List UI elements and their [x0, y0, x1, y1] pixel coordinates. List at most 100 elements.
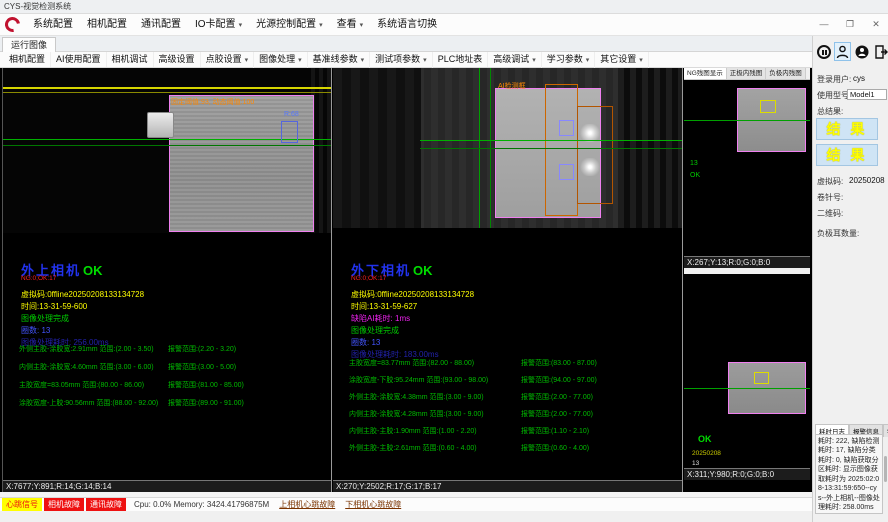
tool-baseline-params[interactable]: 基准线参数 [308, 52, 371, 68]
cursor-pixel-status: X:7677;Y:891;R:14;G:14;B:14 [3, 480, 331, 492]
admin-user-button[interactable] [853, 42, 870, 61]
overlay-count-text: 13 [692, 460, 699, 467]
winding-pin-label: 卷针号: [817, 192, 843, 203]
roi-box-yellow [754, 372, 769, 384]
tab-run-image[interactable]: 运行图像 [2, 37, 56, 52]
heartbeat-signal-badge: 心跳信号 [2, 498, 42, 511]
exit-button[interactable] [872, 42, 888, 61]
app-logo-icon [2, 14, 23, 35]
total-result-label: 总结果: [817, 106, 843, 117]
log-scrollbar[interactable] [884, 456, 887, 482]
tool-camera-config[interactable]: 相机配置 [4, 52, 51, 67]
measurement-row: 涂胶宽度-下胶:95.24mm 范围:(93.00 - 98.00)报警范围:(… [349, 375, 678, 392]
tool-test-item-params[interactable]: 测试项参数 [370, 52, 433, 68]
result-ok-label: OK [83, 263, 103, 278]
measurement-row: 主胶宽度=83.77mm 范围:(82.00 - 88.00)报警范围:(83.… [349, 358, 678, 375]
cursor-pixel-status: X:311;Y:980;R:0;G:0;B:0 [684, 468, 810, 480]
window-title: CYS-视觉检测系统 [0, 0, 888, 14]
alarm-range: 报警范围:(2.00 - 77.00) [521, 392, 593, 402]
tab-ng-image-display[interactable]: NG残图显示 [684, 68, 727, 79]
bottom-filler [0, 511, 812, 522]
log-text-area[interactable]: 耗时: 222, 缺陷检测耗时: 17, 缺陷分类耗时: 0, 缺陷获取分区耗时… [815, 434, 883, 514]
camera-panel-lower: AI检测框 外下相机OK NG:0;OK:17 虚拟码:0ffline20250… [333, 68, 683, 492]
measure-line-green [684, 388, 810, 389]
measurement-value: 外侧主胶-涂胶宽:4.38mm 范围:(3.00 - 9.00) [349, 394, 484, 401]
reference-line-yellow-2 [3, 92, 331, 93]
tab-negative-inner-image[interactable]: 负极内残图 [766, 68, 806, 79]
ng-preview-image-top[interactable]: 13 OK [684, 80, 810, 256]
tool-advanced-settings[interactable]: 高级设置 [154, 52, 201, 67]
measurement-list: 主胶宽度=83.77mm 范围:(82.00 - 88.00)报警范围:(83.… [349, 358, 678, 460]
tool-plc-address-table[interactable]: PLC地址表 [433, 52, 489, 67]
tool-ai-use-config[interactable]: AI使用配置 [51, 52, 107, 67]
maximize-button[interactable]: ❐ [842, 16, 858, 32]
process-done-line: 图像处理完成 [351, 325, 399, 336]
menu-language-switch[interactable]: 系统语言切换 [370, 14, 444, 35]
measurement-row: 外侧主胶-涂胶宽:4.38mm 范围:(3.00 - 9.00) 报警范围:(2.… [349, 392, 678, 409]
tool-image-processing[interactable]: 图像处理 [254, 52, 308, 68]
tool-advanced-debug[interactable]: 高级调试 [488, 52, 542, 68]
virtual-code-line: 虚拟码:0ffline20250208133134728 [21, 289, 144, 300]
menu-light-control-config[interactable]: 光源控制配置 [249, 14, 330, 36]
menu-io-card-config[interactable]: IO卡配置 [188, 14, 249, 36]
ng-ok-counter: NG:0;OK:17 [21, 275, 56, 282]
menu-bar: 系统配置 相机配置 通讯配置 IO卡配置 光源控制配置 查看 系统语言切换 [0, 14, 888, 36]
tool-other-settings[interactable]: 其它设置 [595, 52, 649, 68]
blue-roi-box [281, 121, 298, 143]
status-bar: 心跳信号 相机故障 通讯故障 Cpu: 0.0% Memory: 3424.41… [0, 497, 812, 511]
close-button[interactable]: ✕ [868, 16, 884, 32]
lower-camera-heartbeat-status: 下相机心跳故障 [345, 499, 401, 510]
measurement-row: 内侧主胶-涂胶宽:4.28mm 范围:(3.00 - 9.00) 报警范围:(2.… [349, 409, 678, 426]
camera-fault-badge: 相机故障 [44, 498, 84, 511]
background-stripes [333, 68, 421, 228]
camera-panel-upper: 固定阈值:93, 动态阈值:100 R:68 外上相机OK NG:0;OK:17… [2, 68, 332, 492]
alarm-range: 报警范围:(2.00 - 77.00) [521, 409, 593, 419]
menu-system-config[interactable]: 系统配置 [26, 14, 80, 35]
upper-camera-heartbeat-status: 上相机心跳故障 [279, 499, 335, 510]
tool-camera-debug[interactable]: 相机调试 [107, 52, 154, 67]
process-done-line: 图像处理完成 [21, 313, 69, 324]
model-value-field[interactable]: Model1 [847, 89, 887, 100]
tool-glue-settings[interactable]: 点胶设置 [201, 52, 255, 68]
measure-line-green [684, 120, 810, 121]
blue-overlay-text: R:68 [284, 111, 299, 118]
camera-image-upper[interactable]: 固定阈值:93, 动态阈值:100 R:68 [3, 68, 331, 233]
measurement-row: 内侧主胶-主胶:1.90mm 范围:(1.00 - 2.20)报警范围:(1.1… [349, 426, 678, 443]
measurement-value: 内侧主胶-涂胶宽:4.28mm 范围:(3.00 - 9.00) [349, 411, 484, 418]
measurement-list: 外侧主胶-涂胶宽:2.91mm 范围:(2.00 - 3.50)报警范围:(2.… [19, 344, 327, 416]
menu-view[interactable]: 查看 [330, 14, 371, 36]
measurement-value: 主胶宽度=83.05mm 范围:(80.00 - 86.00) [19, 382, 144, 389]
virtual-code-value: 20250208 [849, 176, 885, 185]
measurement-value: 涂胶宽度-下胶:95.24mm 范围:(93.00 - 98.00) [349, 377, 488, 384]
login-user-button[interactable] [834, 42, 851, 61]
menu-comm-config[interactable]: 通讯配置 [134, 14, 188, 35]
ng-preview-image-bottom[interactable]: OK 20250208 13 [684, 274, 810, 468]
qr-code-label: 二维码: [817, 208, 843, 219]
pause-icon [817, 45, 831, 59]
measure-line-green-2 [3, 145, 331, 146]
ai-detect-box [545, 84, 578, 216]
measurement-row: 外侧主胶-主胶:2.61mm 范围:(0.60 - 4.00)报警范围:(0.6… [349, 443, 678, 460]
turn-count-line: 圈数: 13 [351, 337, 380, 348]
reference-line-yellow [3, 87, 331, 89]
measurement-value: 涂胶宽度-上胶:90.56mm 范围:(88.00 - 92.00) [19, 400, 158, 407]
ng-ok-counter: NG:0;OK:17 [351, 275, 386, 282]
ng-preview-tabs: NG残图显示 正极内残图 负极内残图 [684, 68, 810, 80]
measurement-value: 外侧主胶-涂胶宽:2.91mm 范围:(2.00 - 3.50) [19, 346, 154, 353]
result-ok-label: OK [413, 263, 433, 278]
tab-error-log[interactable]: 错误信息 [883, 424, 888, 437]
measure-line-green [420, 140, 682, 141]
alarm-range: 报警范围:(1.10 - 2.10) [521, 426, 589, 436]
minimize-button[interactable]: — [816, 16, 832, 32]
negative-tab-count-label: 负极耳数量: [817, 228, 859, 239]
admin-user-icon [855, 45, 869, 59]
tool-learning-params[interactable]: 学习参数 [542, 52, 596, 68]
cpu-memory-status: Cpu: 0.0% Memory: 3424.41796875M [134, 500, 269, 509]
time-line: 时间:13-31-59-627 [351, 301, 417, 312]
pause-button[interactable] [815, 42, 832, 61]
camera-image-lower[interactable]: AI检测框 [333, 68, 682, 228]
menu-camera-config[interactable]: 相机配置 [80, 14, 134, 35]
ai-detect-box-2 [577, 106, 613, 204]
tab-positive-inner-image[interactable]: 正极内残图 [727, 68, 767, 79]
login-user-value[interactable]: cys [853, 74, 865, 83]
